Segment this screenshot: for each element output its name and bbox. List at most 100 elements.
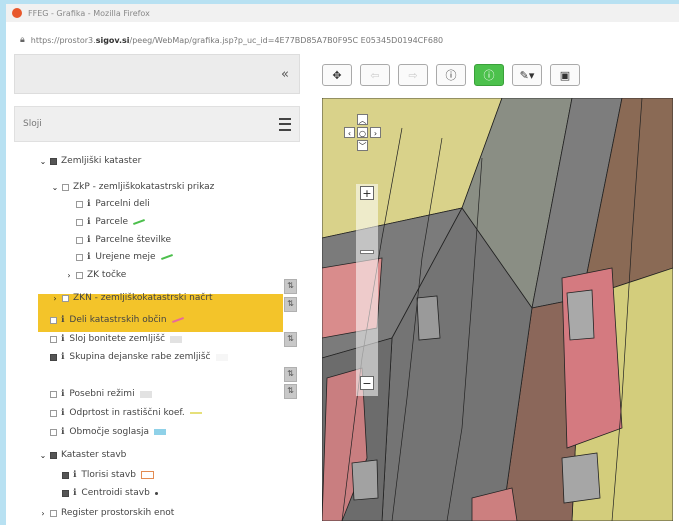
layer-checkbox[interactable] [76, 253, 83, 261]
address-bar[interactable]: 🔒︎ https://prostor3. sigov.si/peeg/WebMap… [6, 30, 679, 50]
info-icon[interactable]: ℹ [61, 315, 64, 325]
layer-label: Posebni režimi [69, 389, 135, 399]
layer-side-button[interactable]: ⇅ [284, 384, 297, 399]
forward-button[interactable]: ⇨ [398, 64, 428, 86]
layer-label: Parcelni deli [95, 199, 150, 209]
zoom-out-button[interactable]: − [360, 376, 374, 390]
layer-side-button[interactable]: ⇅ [284, 279, 297, 294]
pan-down-button[interactable]: ﹀ [357, 140, 368, 151]
info-icon[interactable]: ℹ [61, 334, 64, 344]
layer-checkbox[interactable] [50, 390, 57, 398]
legend-swatch-icon [140, 471, 154, 479]
info-icon[interactable]: ℹ [61, 408, 64, 418]
info-icon[interactable]: ℹ [87, 217, 90, 227]
layer-label: ZkP - zemljiškokatastrski prikaz [73, 182, 215, 192]
layer-row[interactable]: › ZKN - zemljiškokatastrski načrt [50, 290, 212, 306]
chevron-down-icon[interactable]: ⌄ [38, 451, 48, 460]
info-button[interactable]: ⓘ [436, 64, 466, 86]
layer-checkbox[interactable] [50, 409, 57, 417]
layer-checkbox[interactable] [50, 353, 57, 361]
layer-side-button[interactable]: ⇅ [284, 297, 297, 312]
pan-left-button[interactable]: ‹ [344, 127, 355, 138]
layer-side-button[interactable]: ⇅ [284, 332, 297, 347]
layer-checkbox[interactable] [62, 489, 69, 497]
chevron-right-icon[interactable]: › [64, 271, 74, 280]
layer-row[interactable]: ℹ Parcelne številke [64, 232, 171, 248]
pan-up-button[interactable]: ︿ [357, 114, 368, 125]
layer-label: Sloj bonitete zemljišč [69, 334, 166, 344]
layer-row[interactable]: ⌄ Zemljiški kataster [38, 153, 142, 169]
info-icon[interactable]: ℹ [61, 427, 64, 437]
layer-checkbox[interactable] [76, 236, 83, 244]
collapse-sidebar-button[interactable]: « [281, 67, 289, 82]
chevron-right-icon[interactable]: › [50, 294, 60, 303]
info-icon[interactable]: ℹ [87, 235, 90, 245]
layers-title: Sloji [23, 119, 42, 129]
legend-swatch-icon [171, 317, 184, 323]
layer-row[interactable]: ℹ Parcele [64, 214, 145, 230]
layer-label: Zemljiški kataster [61, 156, 142, 166]
info-active-button[interactable]: ⓘ [474, 64, 504, 86]
layer-row[interactable]: ⌄ ZkP - zemljiškokatastrski prikaz [50, 179, 215, 195]
layer-checkbox[interactable] [50, 451, 57, 459]
layer-checkbox[interactable] [62, 183, 69, 191]
firefox-icon [12, 8, 22, 18]
layer-row[interactable]: › ZK točke [64, 267, 126, 283]
zoom-slider-thumb[interactable] [360, 249, 374, 254]
layer-checkbox[interactable] [76, 200, 83, 208]
pan-button[interactable]: ✥ [322, 64, 352, 86]
info-icon[interactable]: ℹ [61, 352, 64, 362]
map-toolbar: ✥ ⇦ ⇨ ⓘ ⓘ ✎▾ ▣ [322, 64, 588, 90]
layer-checkbox[interactable] [50, 316, 57, 324]
layer-checkbox[interactable] [50, 335, 57, 343]
info-icon[interactable]: ℹ [87, 199, 90, 209]
title-bar: FFEG - Grafika - Mozilla Firefox [6, 4, 679, 22]
layer-row[interactable]: ℹ Urejene meje [64, 249, 173, 265]
layer-row[interactable]: ℹ Parcelni deli [64, 196, 150, 212]
layer-row[interactable]: › Register prostorskih enot [38, 505, 174, 521]
legend-swatch-icon [160, 254, 173, 260]
layer-label: Parcelne številke [95, 235, 172, 245]
legend-swatch-icon [154, 491, 158, 495]
layer-row[interactable]: ⌄ Kataster stavb [38, 447, 127, 463]
layer-row[interactable]: ℹ Centroidi stavb [50, 485, 158, 501]
info-icon[interactable]: ℹ [87, 252, 90, 262]
legend-swatch-icon [133, 219, 145, 225]
chevron-down-icon[interactable]: ⌄ [38, 157, 48, 166]
layer-row[interactable]: ℹ Posebni režimi [38, 386, 152, 402]
layer-checkbox[interactable] [76, 271, 83, 279]
lock-icon: 🔒︎ [20, 35, 25, 45]
layer-checkbox[interactable] [76, 218, 83, 226]
layer-checkbox[interactable] [50, 157, 57, 165]
layer-row[interactable]: ℹ Tlorisi stavb [50, 467, 154, 483]
layer-side-button[interactable]: ⇅ [284, 367, 297, 382]
layer-row[interactable]: ℹ Območje soglasja [38, 424, 166, 440]
menu-icon[interactable] [279, 117, 291, 131]
info-icon[interactable]: ℹ [73, 488, 76, 498]
layer-label: Skupina dejanske rabe zemljišč [69, 352, 211, 362]
pan-right-button[interactable]: › [370, 127, 381, 138]
layer-row[interactable]: ℹ Skupina dejanske rabe zemljišč [38, 349, 228, 365]
edit-dropdown-button[interactable]: ✎▾ [512, 64, 542, 86]
layer-checkbox[interactable] [50, 509, 57, 517]
zoom-in-button[interactable]: + [360, 186, 374, 200]
layer-label: Tlorisi stavb [81, 470, 136, 480]
layer-checkbox[interactable] [62, 294, 69, 302]
layer-label: Odprtost in rastiščni koef. [69, 408, 185, 418]
screenshot-button[interactable]: ▣ [550, 64, 580, 86]
legend-swatch-icon [189, 412, 202, 414]
chevron-right-icon[interactable]: › [38, 509, 48, 518]
layer-row[interactable]: ℹ Sloj bonitete zemljišč [38, 331, 183, 347]
layer-row[interactable]: ℹ Deli katastrskih občin [38, 312, 184, 328]
layer-label: Območje soglasja [69, 427, 149, 437]
back-button[interactable]: ⇦ [360, 64, 390, 86]
layer-checkbox[interactable] [62, 471, 69, 479]
pan-center-button[interactable]: ○ [357, 127, 368, 138]
layer-checkbox[interactable] [50, 428, 57, 436]
layer-label: Centroidi stavb [81, 488, 150, 498]
info-icon[interactable]: ℹ [61, 389, 64, 399]
chevron-down-icon[interactable]: ⌄ [50, 183, 60, 192]
zoom-slider[interactable]: + − [356, 184, 378, 396]
info-icon[interactable]: ℹ [73, 470, 76, 480]
layer-row[interactable]: ℹ Odprtost in rastiščni koef. [38, 405, 202, 421]
